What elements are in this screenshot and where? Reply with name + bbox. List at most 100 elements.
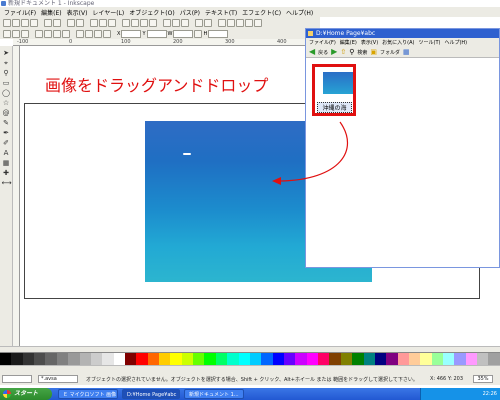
color-swatch[interactable] (79, 353, 91, 365)
xml-editor-icon[interactable] (236, 18, 244, 27)
explorer-menu-item[interactable]: ファイル(F) (309, 39, 336, 46)
rotate-ccw-icon[interactable] (35, 29, 43, 38)
file-name[interactable]: 沖縄の海 (317, 102, 352, 113)
raise-icon[interactable] (85, 29, 93, 38)
search-icon[interactable]: ⚲ (349, 48, 354, 56)
rect-tool-icon[interactable]: ▭ (2, 79, 11, 87)
menu-item[interactable]: ファイル(F) (4, 8, 36, 17)
color-swatch[interactable] (56, 353, 69, 365)
star-tool-icon[interactable]: ☆ (2, 99, 11, 107)
explorer-title[interactable]: D:¥Home Page¥abc (306, 29, 499, 38)
connector-tool-icon[interactable]: ⟷ (2, 179, 12, 187)
color-swatch[interactable] (443, 353, 455, 365)
spiral-tool-icon[interactable]: @ (2, 109, 11, 117)
pen-tool-icon[interactable]: ✒ (2, 129, 11, 137)
color-swatch[interactable] (22, 353, 35, 365)
color-swatch[interactable] (249, 353, 262, 365)
preferences-icon[interactable] (254, 18, 262, 27)
undo-icon[interactable] (67, 18, 75, 27)
text-font-icon[interactable] (227, 18, 235, 27)
x-field[interactable] (121, 29, 142, 38)
unlink-icon[interactable] (181, 18, 189, 27)
views-icon[interactable]: ▦ (403, 48, 410, 56)
color-swatch[interactable] (318, 353, 330, 365)
color-swatch[interactable] (113, 353, 125, 365)
color-swatch[interactable] (374, 353, 387, 365)
copy-icon[interactable] (90, 18, 98, 27)
color-swatch[interactable] (352, 353, 364, 365)
color-swatch[interactable] (124, 353, 137, 365)
color-swatch[interactable] (420, 353, 432, 365)
group-icon[interactable] (195, 18, 203, 27)
color-swatch[interactable] (454, 353, 466, 365)
folders-icon[interactable]: ▣ (370, 48, 377, 56)
task-button-3[interactable]: 新規ドキュメント 1... (184, 389, 244, 399)
zoom-page-icon[interactable] (149, 18, 157, 27)
search-button[interactable]: 検索 (357, 49, 367, 56)
explorer-menu-item[interactable]: お気に入り(A) (382, 39, 414, 46)
back-button[interactable]: 戻る (318, 49, 328, 56)
h-field[interactable] (208, 29, 229, 38)
lower-icon[interactable] (94, 29, 102, 38)
color-swatch[interactable] (386, 353, 398, 365)
deselect-icon[interactable] (21, 29, 29, 38)
import-icon[interactable] (44, 18, 52, 27)
explorer-menu-item[interactable]: ツール(T) (419, 39, 441, 46)
fill-stroke-icon[interactable] (218, 18, 226, 27)
explorer-menu-item[interactable]: ヘルプ(H) (444, 39, 467, 46)
text-tool-icon[interactable]: A (2, 149, 11, 157)
zoom-tool-icon[interactable]: ⚲ (2, 69, 11, 77)
fill-indicator[interactable] (2, 375, 32, 383)
align-icon[interactable] (245, 18, 253, 27)
color-swatch[interactable] (11, 353, 23, 365)
y-field[interactable] (146, 29, 167, 38)
image-thumbnail[interactable] (323, 72, 353, 94)
export-icon[interactable] (53, 18, 61, 27)
zoom-in-icon[interactable] (122, 18, 130, 27)
color-swatch[interactable] (340, 353, 353, 365)
color-swatch[interactable] (147, 353, 160, 365)
color-swatch[interactable] (90, 353, 103, 365)
color-swatch[interactable] (45, 353, 57, 365)
color-swatch[interactable] (204, 353, 216, 365)
menu-item[interactable]: レイヤー(L) (92, 8, 124, 17)
color-swatch[interactable] (215, 353, 228, 365)
color-swatch[interactable] (238, 353, 250, 365)
cut-icon[interactable] (99, 18, 107, 27)
redo-icon[interactable] (76, 18, 84, 27)
duplicate-icon[interactable] (163, 18, 171, 27)
color-swatch[interactable] (0, 353, 12, 365)
save-icon[interactable] (21, 18, 29, 27)
calligraphy-tool-icon[interactable]: ✐ (2, 139, 11, 147)
ellipse-tool-icon[interactable]: ◯ (2, 89, 11, 97)
color-swatch[interactable] (397, 353, 409, 365)
menu-item[interactable]: 表示(V) (67, 8, 88, 17)
menu-item[interactable]: 編集(E) (41, 8, 61, 17)
color-swatch[interactable] (159, 353, 171, 365)
color-swatch[interactable] (227, 353, 239, 365)
task-button-2[interactable]: D:¥Home Page¥abc (122, 389, 180, 399)
flip-h-icon[interactable] (53, 29, 61, 38)
print-icon[interactable] (30, 18, 38, 27)
color-swatch[interactable] (363, 353, 375, 365)
paste-icon[interactable] (108, 18, 116, 27)
menu-item[interactable]: テキスト(T) (205, 8, 237, 17)
gradient-tool-icon[interactable]: ▦ (2, 159, 11, 167)
select-tool-icon[interactable]: ➤ (2, 49, 11, 57)
color-swatch[interactable] (193, 353, 205, 365)
explorer-menu-item[interactable]: 表示(V) (361, 39, 378, 46)
explorer-menu-item[interactable]: 編集(E) (340, 39, 357, 46)
color-swatch[interactable] (136, 353, 148, 365)
color-swatch[interactable] (488, 353, 500, 365)
zoom-out-icon[interactable] (131, 18, 139, 27)
color-swatch[interactable] (34, 353, 46, 365)
menu-item[interactable]: オブジェクト(O) (129, 8, 174, 17)
menu-item[interactable]: ヘルプ(H) (286, 8, 313, 17)
open-icon[interactable] (12, 18, 20, 27)
color-swatch[interactable] (465, 353, 478, 365)
color-swatch[interactable] (272, 353, 284, 365)
menu-item[interactable]: パス(P) (180, 8, 200, 17)
dropper-tool-icon[interactable]: ✚ (2, 169, 11, 177)
raise-top-icon[interactable] (76, 29, 84, 38)
up-folder-icon[interactable]: ⇧ (340, 48, 346, 56)
